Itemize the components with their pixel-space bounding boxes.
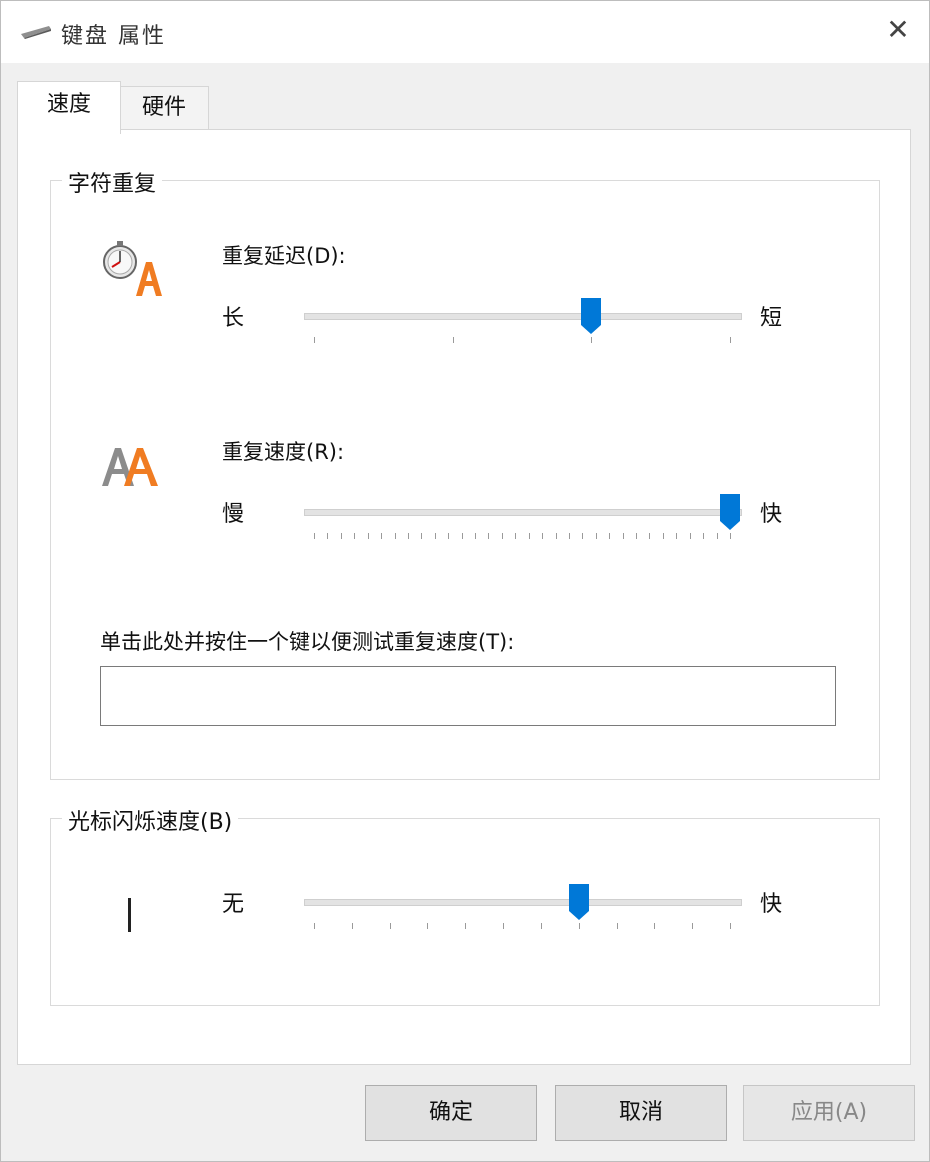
slider-thumb[interactable]: [719, 493, 741, 531]
text-cursor-icon: [128, 898, 131, 932]
slider-tick: [636, 533, 638, 539]
cursor-blink-slider[interactable]: [304, 883, 742, 943]
slider-tick: [578, 923, 580, 929]
blink-min-label: 无: [222, 892, 245, 917]
blink-max-label: 快: [760, 892, 783, 917]
rate-min-label: 慢: [222, 502, 245, 527]
slider-tick: [730, 923, 731, 929]
slider-tick: [488, 533, 490, 539]
repeat-delay-slider[interactable]: [304, 297, 742, 357]
repeat-delay-label: 重复延迟(D):: [222, 244, 346, 268]
slider-tick: [568, 533, 570, 539]
slider-tick: [676, 533, 678, 539]
slider-tick: [327, 533, 329, 539]
slider-tick: [314, 533, 315, 539]
slider-tick: [452, 337, 454, 343]
slider-tick: [465, 923, 467, 929]
slider-tick: [689, 533, 691, 539]
slider-tick: [503, 923, 505, 929]
slider-track: [304, 313, 742, 320]
slider-tick: [501, 533, 503, 539]
cancel-button[interactable]: 取消: [555, 1085, 727, 1141]
slider-tick: [448, 533, 450, 539]
slider-tick: [314, 923, 315, 929]
repeat-test-input[interactable]: [100, 666, 836, 726]
slider-tick: [421, 533, 423, 539]
slider-tick: [622, 533, 624, 539]
slider-tick: [394, 533, 396, 539]
slider-tick: [528, 533, 530, 539]
tab-speed[interactable]: 速度: [17, 81, 121, 134]
slider-tick: [595, 533, 597, 539]
repeat-rate-slider[interactable]: [304, 493, 742, 553]
test-area-label: 单击此处并按住一个键以便测试重复速度(T):: [100, 630, 515, 654]
delay-max-label: 短: [760, 306, 783, 331]
slider-tick: [555, 533, 557, 539]
slider-tick: [692, 923, 694, 929]
slider-tick: [434, 533, 436, 539]
slider-tick: [730, 533, 731, 539]
title-bar: 键盘 属性 ✕: [1, 1, 929, 63]
slider-tick: [427, 923, 429, 929]
slider-tick: [340, 533, 342, 539]
speed-tab-panel: 字符重复 重复延迟(D): 长 短 重复速度(R): 慢 快 单击此处并按住一个…: [17, 129, 911, 1065]
slider-tick: [542, 533, 544, 539]
slider-tick: [730, 337, 731, 343]
apply-button[interactable]: 应用(A): [743, 1085, 915, 1141]
slider-tick: [367, 533, 369, 539]
slider-tick: [662, 533, 664, 539]
slider-tick: [407, 533, 409, 539]
slider-tick: [654, 923, 656, 929]
slider-tick: [616, 923, 618, 929]
rate-max-label: 快: [760, 502, 783, 527]
keyboard-properties-dialog: 键盘 属性 ✕ 速度 硬件 字符重复 重复延迟(D): 长 短 重复速度(R):…: [0, 0, 930, 1162]
slider-tick: [716, 533, 718, 539]
slider-tick: [314, 337, 315, 343]
slider-thumb[interactable]: [568, 883, 590, 921]
slider-track: [304, 509, 742, 516]
slider-tick: [540, 923, 542, 929]
close-button[interactable]: ✕: [881, 13, 915, 47]
slider-tick: [351, 923, 353, 929]
slider-tick: [389, 923, 391, 929]
slider-tick: [381, 533, 383, 539]
slider-tick: [354, 533, 356, 539]
double-a-icon: [102, 448, 158, 486]
tab-hardware[interactable]: 硬件: [119, 86, 209, 130]
slider-track: [304, 899, 742, 906]
repeat-rate-label: 重复速度(R):: [222, 440, 345, 464]
cursor-blink-legend: 光标闪烁速度(B): [62, 804, 239, 836]
slider-tick: [649, 533, 651, 539]
slider-tick: [461, 533, 463, 539]
delay-min-label: 长: [222, 306, 245, 331]
slider-tick: [609, 533, 611, 539]
slider-thumb[interactable]: [580, 297, 602, 335]
ok-button[interactable]: 确定: [365, 1085, 537, 1141]
keyboard-icon: [21, 26, 51, 39]
stopwatch-a-icon: [103, 241, 162, 296]
slider-tick: [582, 533, 584, 539]
slider-tick: [591, 337, 593, 343]
char-repeat-legend: 字符重复: [62, 166, 163, 198]
slider-tick: [515, 533, 517, 539]
window-title: 键盘 属性: [61, 24, 166, 49]
slider-tick: [475, 533, 477, 539]
slider-tick: [703, 533, 705, 539]
